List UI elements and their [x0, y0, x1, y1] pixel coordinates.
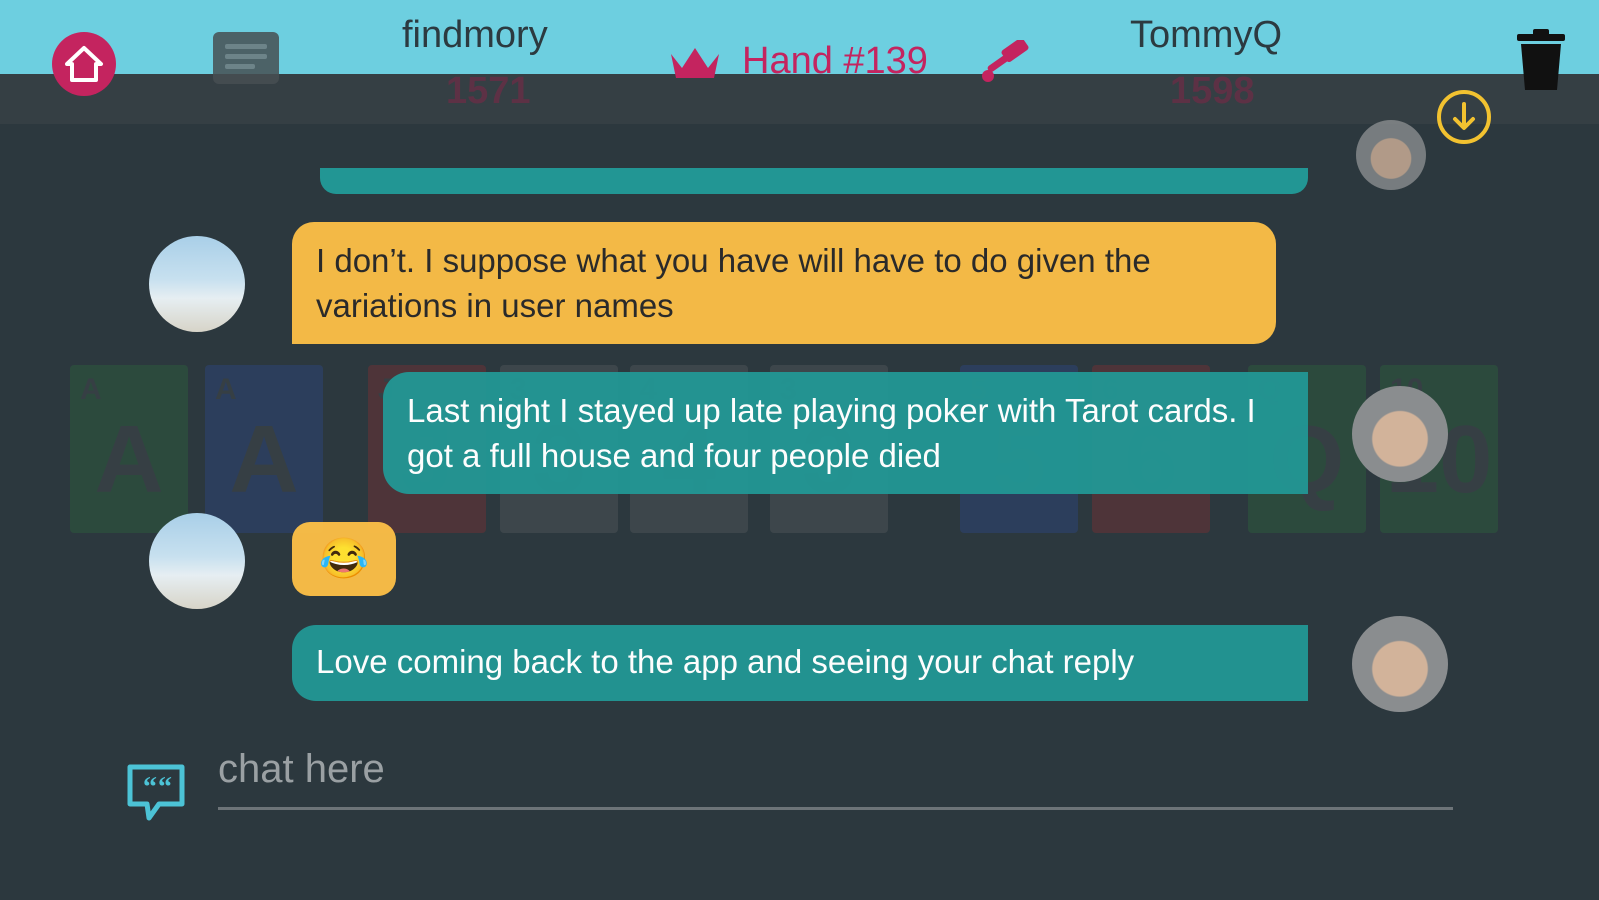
avatar-previous — [1356, 120, 1426, 190]
avatar-tommyq — [1352, 386, 1448, 482]
chat-input[interactable] — [218, 740, 1453, 810]
message-text: Last night I stayed up late playing poke… — [407, 392, 1256, 474]
card-corner-rank: A — [215, 373, 237, 406]
card-rank: A — [94, 406, 164, 513]
svg-text:“: “ — [143, 772, 157, 803]
message-bubble: 😂 — [292, 522, 396, 596]
message-bubble: Love coming back to the app and seeing y… — [292, 625, 1308, 701]
message-text: I don’t. I suppose what you have will ha… — [316, 242, 1151, 324]
background-card: AA — [70, 365, 188, 533]
avatar-findmory — [149, 236, 245, 332]
emoji-text: 😂 — [319, 537, 369, 581]
message-bubble: I don’t. I suppose what you have will ha… — [292, 222, 1276, 344]
svg-text:“: “ — [158, 772, 172, 803]
avatar-tommyq — [1352, 616, 1448, 712]
message-text: Love coming back to the app and seeing y… — [316, 643, 1135, 680]
previous-message-fragment — [320, 168, 1308, 194]
quote-bubble-icon: “ “ — [127, 764, 185, 821]
card-rank: A — [229, 406, 299, 513]
card-corner-rank: A — [80, 373, 102, 406]
avatar-findmory — [149, 513, 245, 609]
background-card: AA — [205, 365, 323, 533]
message-bubble: Last night I stayed up late playing poke… — [383, 372, 1308, 494]
